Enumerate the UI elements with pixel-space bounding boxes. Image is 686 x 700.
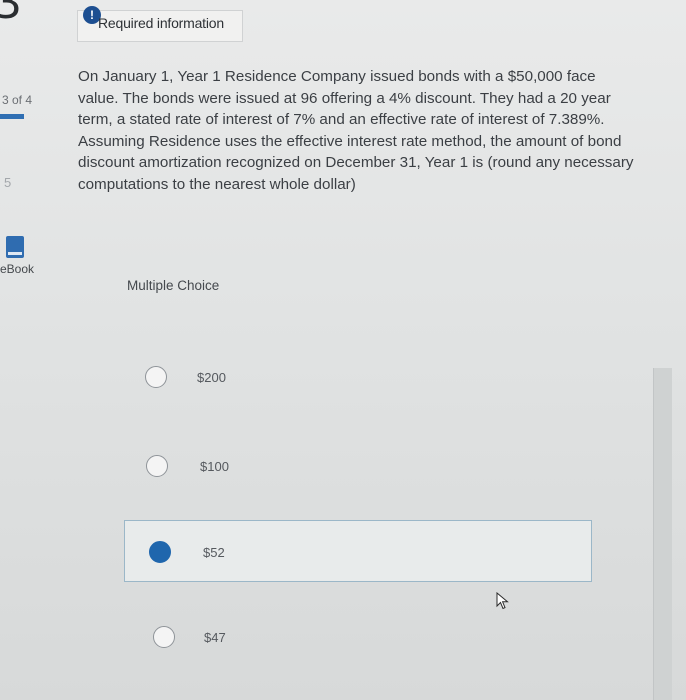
question-nav-rail: 3 3 of 4 5 eBook <box>0 0 48 700</box>
question-progress-bar <box>0 114 24 119</box>
question-count: 3 of 4 <box>2 93 33 107</box>
choice-option[interactable]: $200 <box>124 346 590 406</box>
question-number: 3 <box>0 0 22 29</box>
question-text: On January 1, Year 1 Residence Company i… <box>78 68 634 193</box>
radio-button[interactable] <box>145 366 167 388</box>
scrollbar[interactable] <box>653 368 672 700</box>
radio-button-checked[interactable] <box>149 541 171 563</box>
choice-option[interactable]: $100 <box>124 434 590 494</box>
multiple-choice-label: Multiple Choice <box>127 278 220 293</box>
points-label: 5 <box>4 175 12 190</box>
radio-button[interactable] <box>146 455 168 477</box>
required-info-label[interactable]: Required information <box>98 15 224 31</box>
choice-option-selected[interactable]: $52 <box>124 520 592 582</box>
choice-label[interactable]: $200 <box>197 370 226 385</box>
choice-label[interactable]: $47 <box>204 630 226 645</box>
choice-option[interactable]: $47 <box>124 606 590 666</box>
choice-label[interactable]: $100 <box>200 459 229 474</box>
radio-button[interactable] <box>153 626 175 648</box>
ebook-icon[interactable] <box>6 236 24 258</box>
mouse-pointer-icon <box>496 592 509 610</box>
choice-label[interactable]: $52 <box>203 545 225 560</box>
ebook-link[interactable]: eBook <box>0 262 34 276</box>
